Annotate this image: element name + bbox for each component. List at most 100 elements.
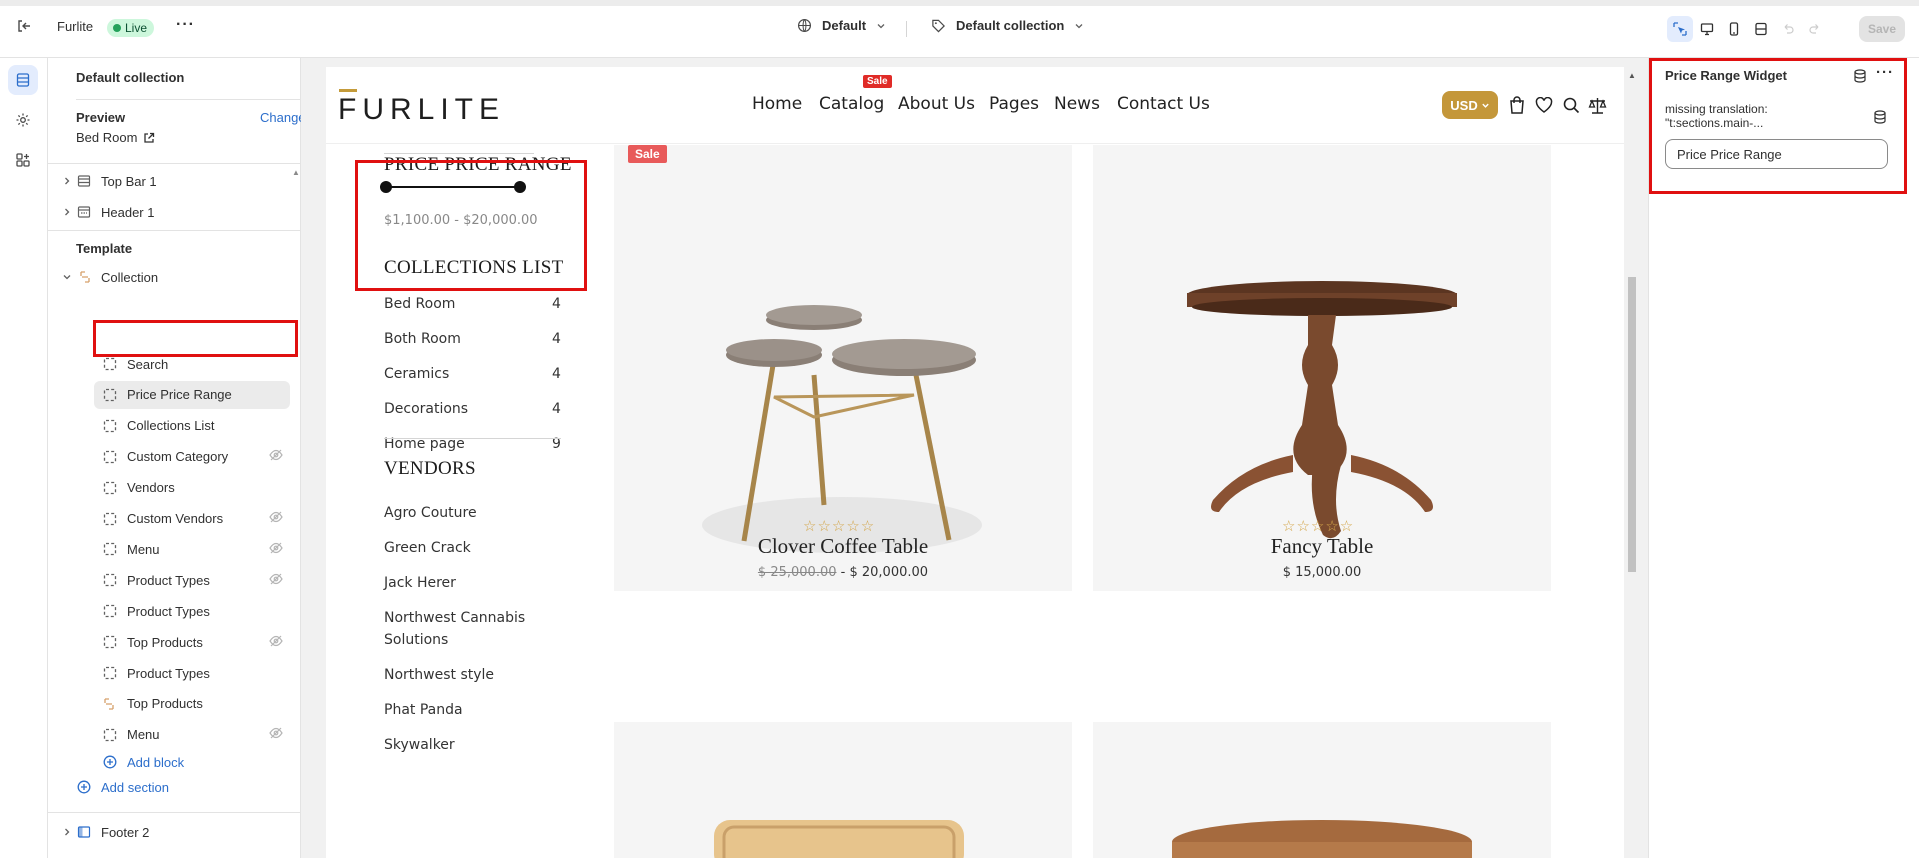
vendor-link[interactable]: Agro Couture: [384, 505, 477, 521]
eye-hidden-icon[interactable]: [269, 573, 283, 588]
nav-pages[interactable]: Pages: [989, 94, 1039, 114]
add-block-button[interactable]: Add block: [48, 748, 300, 776]
collection-link[interactable]: Decorations: [384, 401, 468, 417]
shopping-bag-icon: [1510, 96, 1524, 114]
exit-button[interactable]: [16, 18, 32, 34]
nav-catalog[interactable]: Catalog: [819, 94, 884, 114]
block-item[interactable]: Menu: [48, 535, 300, 563]
preview-resource-link[interactable]: Bed Room: [76, 130, 155, 145]
price-range-value: $1,100.00 - $20,000.00: [384, 213, 538, 228]
divider: [384, 438, 561, 439]
section-item-header[interactable]: Header 1: [48, 198, 300, 226]
vendor-link[interactable]: Jack Herer: [384, 575, 456, 591]
vendor-link[interactable]: Northwest Cannabis: [384, 610, 525, 626]
inspect-tool-button[interactable]: [1667, 16, 1693, 42]
vendor-link[interactable]: Northwest style: [384, 667, 494, 683]
template-selector[interactable]: Default collection: [931, 18, 1084, 33]
price-slider-min-handle[interactable]: [380, 181, 392, 193]
theme-selector[interactable]: Default: [797, 18, 886, 33]
preview-scrollbar[interactable]: ▲: [1624, 67, 1640, 858]
undo-button[interactable]: [1775, 16, 1801, 42]
product-compare-price: $ 25,000.00: [757, 565, 837, 580]
scroll-up-arrow-icon[interactable]: ▲: [1628, 71, 1636, 80]
search-button[interactable]: [1560, 94, 1582, 116]
add-section-button[interactable]: Add section: [48, 773, 300, 801]
block-item[interactable]: Product Types: [48, 597, 300, 625]
compare-button[interactable]: [1586, 94, 1608, 116]
product-image-nightstand[interactable]: [614, 722, 1072, 858]
product-title[interactable]: Clover Coffee Table: [614, 534, 1072, 559]
divider: [48, 812, 301, 813]
block-item[interactable]: Vendors: [48, 474, 300, 502]
change-preview-link[interactable]: Change: [260, 110, 306, 125]
nav-about[interactable]: About Us: [898, 94, 975, 114]
collection-link[interactable]: Ceramics: [384, 366, 449, 382]
nav-news[interactable]: News: [1054, 94, 1100, 114]
eye-hidden-icon[interactable]: [269, 511, 283, 526]
site-header: FURLITE Home Catalog Sale About Us Pages…: [326, 67, 1624, 144]
eye-hidden-icon[interactable]: [269, 635, 283, 650]
section-item-top-bar[interactable]: Top Bar 1: [48, 167, 300, 195]
chevron-down-icon: [1482, 103, 1489, 108]
dynamic-source-button[interactable]: [1853, 69, 1867, 88]
plus-circle-icon: [103, 755, 117, 769]
field-label-line: "t:sections.main-...: [1665, 116, 1764, 130]
sections-panel: Default collection Preview Change Bed Ro…: [48, 58, 306, 858]
block-item[interactable]: Search: [48, 350, 300, 378]
apps-rail-button[interactable]: [8, 145, 38, 175]
vendor-link[interactable]: Phat Panda: [384, 702, 463, 718]
vendor-link[interactable]: Solutions: [384, 632, 448, 648]
sections-rail-button[interactable]: [8, 65, 38, 95]
section-item-footer[interactable]: Footer 2: [48, 818, 300, 846]
eye-hidden-icon[interactable]: [269, 542, 283, 557]
product-rating-stars: ☆☆☆☆☆: [1282, 518, 1355, 535]
collection-link[interactable]: Both Room: [384, 331, 461, 347]
block-item[interactable]: Custom Category: [48, 443, 300, 471]
nav-home[interactable]: Home: [752, 94, 802, 114]
block-item[interactable]: Product Types: [48, 566, 300, 594]
redo-button[interactable]: [1802, 16, 1828, 42]
cart-button[interactable]: [1506, 94, 1528, 116]
block-dashed-icon: [103, 357, 117, 371]
product-image-round-table[interactable]: [1093, 722, 1551, 858]
chevron-right-icon[interactable]: [62, 207, 72, 217]
block-item[interactable]: Collections List: [48, 412, 300, 440]
more-options-icon[interactable]: ···: [1876, 64, 1894, 81]
vendor-link[interactable]: Green Crack: [384, 540, 471, 556]
block-item[interactable]: Top Products: [48, 628, 300, 656]
block-item[interactable]: Custom Vendors: [48, 505, 300, 533]
section-item-collection[interactable]: Collection: [48, 263, 300, 291]
chevron-right-icon[interactable]: [62, 176, 72, 186]
header-layout-icon: [77, 205, 91, 219]
connect-dynamic-source-button[interactable]: [1873, 110, 1887, 129]
scrollbar-thumb[interactable]: [1628, 277, 1636, 572]
currency-label: USD: [1450, 97, 1478, 113]
mobile-view-button[interactable]: [1721, 16, 1747, 42]
editor-topbar: Furlite Live ··· Default Default collect…: [0, 0, 1919, 58]
title-text-input[interactable]: [1665, 139, 1888, 169]
panel-title: Default collection: [76, 70, 185, 85]
save-button[interactable]: Save: [1859, 16, 1905, 42]
theme-settings-rail-button[interactable]: [8, 105, 38, 135]
block-item[interactable]: Product Types: [48, 659, 300, 687]
block-item[interactable]: Top Products: [48, 690, 300, 718]
store-name: Furlite: [57, 19, 94, 34]
site-logo[interactable]: FURLITE: [338, 93, 505, 127]
desktop-icon: [1700, 23, 1714, 36]
wishlist-button[interactable]: [1533, 94, 1555, 116]
nav-contact[interactable]: Contact Us: [1117, 94, 1210, 114]
price-slider-max-handle[interactable]: [514, 181, 526, 193]
collection-link[interactable]: Bed Room: [384, 296, 455, 312]
currency-selector[interactable]: USD: [1442, 91, 1498, 119]
desktop-view-button[interactable]: [1694, 16, 1720, 42]
vendor-link[interactable]: Skywalker: [384, 737, 455, 753]
block-item[interactable]: Price Price Range: [94, 380, 290, 409]
fullscreen-view-button[interactable]: [1748, 16, 1774, 42]
more-actions-icon[interactable]: ···: [176, 16, 195, 34]
product-title[interactable]: Fancy Table: [1093, 534, 1551, 559]
eye-hidden-icon[interactable]: [269, 727, 283, 742]
chevron-right-icon[interactable]: [62, 827, 72, 837]
eye-hidden-icon[interactable]: [269, 449, 283, 464]
chevron-down-icon[interactable]: [62, 272, 72, 282]
block-item[interactable]: Menu: [48, 721, 300, 749]
